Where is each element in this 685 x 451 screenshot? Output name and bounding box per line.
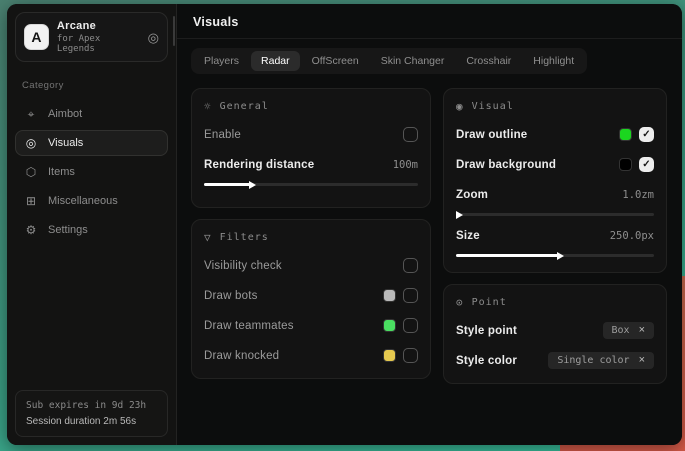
zoom-slider[interactable] xyxy=(456,209,654,219)
funnel-icon: ▽ xyxy=(204,231,212,244)
zoom-label: Zoom xyxy=(456,189,488,201)
target-icon[interactable]: ◎ xyxy=(148,31,159,44)
eye-icon: ◉ xyxy=(456,100,464,113)
rendering-distance-label: Rendering distance xyxy=(204,159,314,171)
sidebar-item-miscellaneous[interactable]: ⊞ Miscellaneous xyxy=(15,188,168,214)
category-label: Category xyxy=(15,80,168,91)
draw-bots-label: Draw bots xyxy=(204,290,258,302)
slider-thumb[interactable] xyxy=(456,211,463,219)
sidebar-item-settings[interactable]: ⚙ Settings xyxy=(15,217,168,243)
tab-offscreen[interactable]: OffScreen xyxy=(302,51,369,71)
main-area: Visuals Players Radar OffScreen Skin Cha… xyxy=(177,4,682,445)
draw-knocked-label: Draw knocked xyxy=(204,350,279,362)
tab-highlight[interactable]: Highlight xyxy=(523,51,584,71)
draw-outline-checkbox[interactable]: ✓ xyxy=(639,127,654,142)
panel-title-label: Point xyxy=(472,297,507,308)
subscription-status-box: Sub expires in 9d 23h Session duration 2… xyxy=(15,390,168,437)
sidebar-item-items[interactable]: ⬡ Items xyxy=(15,159,168,185)
page-title: Visuals xyxy=(193,15,666,29)
sidebar-item-aimbot[interactable]: ⌖ Aimbot xyxy=(15,101,168,127)
sun-icon: ☼ xyxy=(204,100,212,113)
crosshair-icon: ⌖ xyxy=(24,107,38,122)
enable-label: Enable xyxy=(204,129,241,141)
session-duration-text: Session duration 2m 56s xyxy=(26,416,157,427)
draw-background-checkbox[interactable]: ✓ xyxy=(639,157,654,172)
draw-knocked-checkbox[interactable] xyxy=(403,348,418,363)
sub-expiry-text: Sub expires in 9d 23h xyxy=(26,400,157,411)
zoom-value: 1.0zm xyxy=(622,189,654,201)
panel-filters: ▽ Filters Visibility check Draw bots xyxy=(191,219,431,379)
sidebar-item-label: Items xyxy=(48,166,75,178)
draw-bots-color-swatch[interactable] xyxy=(383,289,396,302)
app-subtitle: for Apex Legends xyxy=(57,34,140,54)
chip-label: Single color xyxy=(557,355,629,366)
panel-title-label: Visual xyxy=(472,101,514,112)
close-icon[interactable]: × xyxy=(639,325,645,336)
sidebar-item-visuals[interactable]: ◎ Visuals xyxy=(15,130,168,156)
panel-visual: ◉ Visual Draw outline ✓ Draw background xyxy=(443,88,667,273)
sidebar-item-label: Miscellaneous xyxy=(48,195,118,207)
sidebar: A Arcane for Apex Legends ◎ Category ⌖ A… xyxy=(7,4,177,445)
chip-label: Box xyxy=(612,325,630,336)
draw-outline-label: Draw outline xyxy=(456,129,527,141)
style-color-chip[interactable]: Single color × xyxy=(548,352,654,369)
tab-skin-changer[interactable]: Skin Changer xyxy=(371,51,455,71)
style-color-label: Style color xyxy=(456,355,517,367)
visibility-check-checkbox[interactable] xyxy=(403,258,418,273)
arcane-window: A Arcane for Apex Legends ◎ Category ⌖ A… xyxy=(7,4,682,445)
sidebar-item-label: Settings xyxy=(48,224,88,236)
sidebar-scrollbar[interactable] xyxy=(173,16,175,46)
app-header: A Arcane for Apex Legends ◎ xyxy=(15,12,168,62)
size-slider[interactable] xyxy=(456,250,654,260)
dot-icon: ⊙ xyxy=(456,296,464,309)
draw-bots-checkbox[interactable] xyxy=(403,288,418,303)
rendering-distance-slider[interactable] xyxy=(204,179,418,189)
sidebar-item-label: Aimbot xyxy=(48,108,82,120)
tab-radar[interactable]: Radar xyxy=(251,51,300,71)
close-icon[interactable]: × xyxy=(639,355,645,366)
app-name: Arcane xyxy=(57,20,140,32)
tab-bar: Players Radar OffScreen Skin Changer Cro… xyxy=(191,48,587,74)
box-icon: ⬡ xyxy=(24,165,38,179)
visibility-check-label: Visibility check xyxy=(204,260,282,272)
tab-crosshair[interactable]: Crosshair xyxy=(456,51,521,71)
style-point-chip[interactable]: Box × xyxy=(603,322,655,339)
slider-thumb[interactable] xyxy=(557,252,564,260)
grid-icon: ⊞ xyxy=(24,194,38,208)
size-value: 250.0px xyxy=(610,230,654,242)
draw-outline-color-swatch[interactable] xyxy=(619,128,632,141)
panel-title-label: General xyxy=(220,101,269,112)
main-header: Visuals xyxy=(177,4,682,39)
panel-general: ☼ General Enable Rendering distance 100m xyxy=(191,88,431,208)
sidebar-item-label: Visuals xyxy=(48,137,83,149)
size-label: Size xyxy=(456,230,480,242)
draw-teammates-color-swatch[interactable] xyxy=(383,319,396,332)
draw-teammates-checkbox[interactable] xyxy=(403,318,418,333)
draw-teammates-label: Draw teammates xyxy=(204,320,294,332)
tab-players[interactable]: Players xyxy=(194,51,249,71)
style-point-label: Style point xyxy=(456,325,517,337)
app-logo: A xyxy=(24,24,49,50)
gear-icon: ⚙ xyxy=(24,223,38,237)
panel-title-label: Filters xyxy=(220,232,269,243)
eye-icon: ◎ xyxy=(24,136,38,150)
enable-checkbox[interactable] xyxy=(403,127,418,142)
draw-knocked-color-swatch[interactable] xyxy=(383,349,396,362)
panel-point: ⊙ Point Style point Box × Style color S xyxy=(443,284,667,384)
rendering-distance-value: 100m xyxy=(393,159,418,171)
slider-thumb[interactable] xyxy=(249,181,256,189)
draw-background-label: Draw background xyxy=(456,159,556,171)
draw-background-color-swatch[interactable] xyxy=(619,158,632,171)
